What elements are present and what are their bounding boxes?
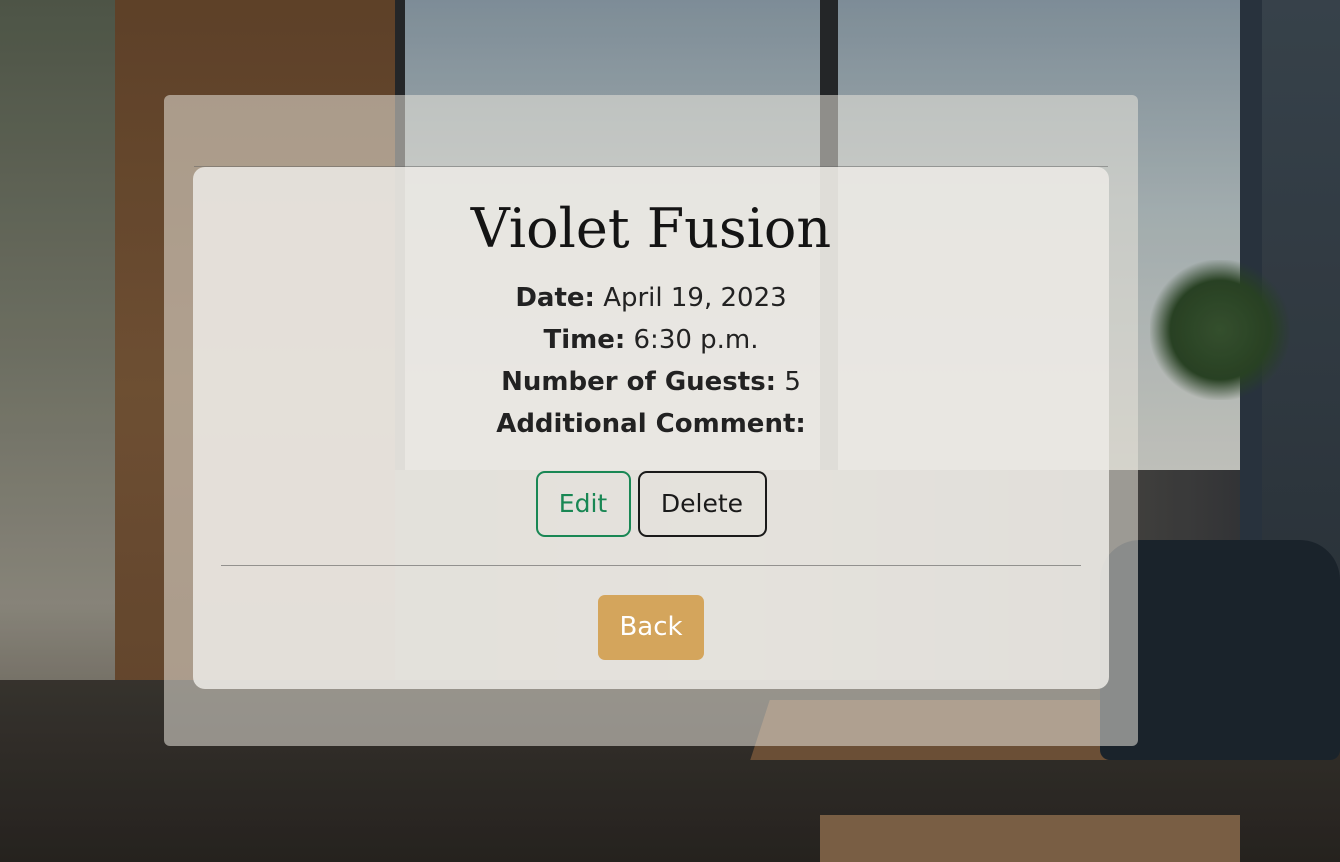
edit-button[interactable]: Edit <box>535 471 631 537</box>
detail-label: Number of Guests: <box>501 367 777 397</box>
back-button[interactable]: Back <box>598 595 704 660</box>
booking-card: Violet Fusion Date: April 19, 2023 Time:… <box>193 167 1109 689</box>
delete-button[interactable]: Delete <box>637 471 767 537</box>
detail-time: Time: 6:30 p.m. <box>193 319 1109 361</box>
detail-label: Additional Comment: <box>496 409 806 439</box>
booking-details: Date: April 19, 2023 Time: 6:30 p.m. Num… <box>193 277 1109 445</box>
detail-value: 6:30 p.m. <box>633 325 759 355</box>
detail-label: Date: <box>515 283 595 313</box>
detail-date: Date: April 19, 2023 <box>193 277 1109 319</box>
detail-value: April 19, 2023 <box>603 283 787 313</box>
detail-guests: Number of Guests: 5 <box>193 361 1109 403</box>
divider <box>221 565 1081 566</box>
action-buttons: Edit Delete <box>193 471 1109 537</box>
booking-title: Violet Fusion <box>470 197 832 260</box>
detail-value: 5 <box>784 367 801 397</box>
detail-comment: Additional Comment: <box>193 403 1109 445</box>
detail-label: Time: <box>543 325 626 355</box>
